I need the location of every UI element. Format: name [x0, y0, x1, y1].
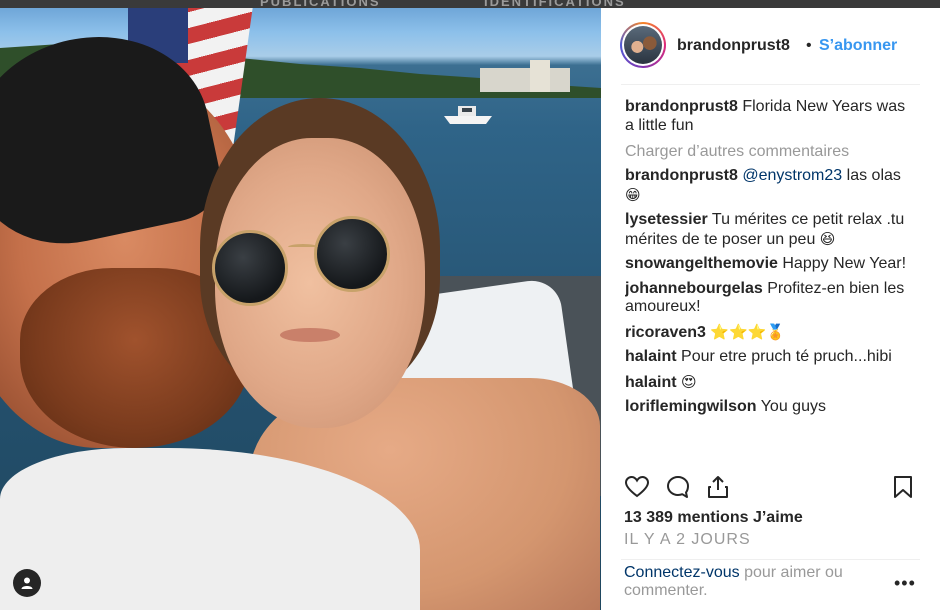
comment-emoji: 😆 [819, 229, 836, 248]
sunglasses-bridge [288, 244, 318, 250]
boat [444, 106, 492, 124]
comment-emoji: 😍 [681, 372, 697, 391]
comments-list[interactable]: brandonprust8 Florida New Years was a li… [625, 98, 915, 468]
comment-username[interactable]: snowangelthemovie [625, 255, 778, 272]
user-icon[interactable] [13, 569, 41, 597]
action-bar [623, 474, 923, 504]
footer-divider [621, 559, 920, 560]
comment-text: Pour etre pruch té pruch...hibi [681, 348, 892, 365]
login-link[interactable]: Connectez-vous [624, 564, 740, 581]
author-username[interactable]: brandonprust8 [677, 37, 801, 55]
post-timestamp[interactable]: IL Y A 2 JOURS [624, 531, 751, 549]
comment-item: johannebourgelas Profitez-en bien les am… [625, 280, 915, 317]
comment-mention[interactable]: @enystrom23 [742, 167, 842, 184]
sunglasses-left-lens [212, 230, 288, 306]
background-tab-identifications: IDENTIFICATIONS [484, 0, 626, 8]
author-avatar[interactable] [620, 22, 666, 68]
heart-icon[interactable] [623, 474, 651, 502]
comment-item: halaint 😍 [625, 373, 915, 393]
comment-item: brandonprust8 @enystrom23 las olas 😁 [625, 167, 915, 205]
comment-username[interactable]: brandonprust8 [625, 167, 738, 184]
comment-item: ricoraven3 ⭐⭐⭐🏅 [625, 323, 915, 343]
comment-item: halaint Pour etre pruch té pruch...hibi [625, 348, 915, 367]
caption: brandonprust8 Florida New Years was a li… [625, 98, 915, 135]
background-tab-bar: PUBLICATIONS IDENTIFICATIONS [0, 0, 940, 8]
comment-username[interactable]: loriflemingwilson [625, 398, 757, 415]
likes-count[interactable]: 13 389 mentions J’aime [624, 509, 803, 527]
comment-username[interactable]: johannebourgelas [625, 280, 763, 297]
post-sidebar: brandonprust8 • S’abonner brandonprust8 … [601, 8, 940, 610]
separator-dot: • [806, 37, 812, 54]
post-photo[interactable] [0, 8, 601, 610]
follow-button[interactable]: S’abonner [819, 37, 897, 55]
caption-username[interactable]: brandonprust8 [625, 98, 738, 115]
comment-icon[interactable] [664, 474, 692, 502]
comment-item: snowangelthemovie Happy New Year! [625, 255, 915, 274]
background-tab-publications: PUBLICATIONS [260, 0, 381, 8]
comment-item: lysetessier Tu mérites ce petit relax .t… [625, 211, 915, 249]
comment-username[interactable]: halaint [625, 348, 677, 365]
comment-username[interactable]: ricoraven3 [625, 324, 706, 341]
load-more-comments-button[interactable]: Charger d’autres commentaires [625, 143, 849, 161]
woman-lips [280, 328, 340, 342]
bookmark-icon[interactable] [889, 474, 917, 502]
comment-emoji: 😁 [625, 185, 641, 204]
comment-text: las olas [846, 167, 901, 184]
comment-username[interactable]: lysetessier [625, 211, 708, 228]
header-divider [621, 84, 920, 85]
comment-emoji: ⭐⭐⭐🏅 [710, 322, 786, 341]
login-prompt: Connectez-vous pour aimer ou commenter. [624, 564, 884, 600]
comment-username[interactable]: halaint [625, 374, 677, 391]
post-header: brandonprust8 • S’abonner [601, 8, 940, 84]
comment-item: loriflemingwilson You guys [625, 398, 915, 417]
comment-text: You guys [760, 398, 826, 415]
comment-text: Happy New Year! [782, 255, 907, 272]
more-options-button[interactable]: ••• [894, 573, 916, 594]
sunglasses-right-lens [314, 216, 390, 292]
share-icon[interactable] [704, 474, 732, 502]
